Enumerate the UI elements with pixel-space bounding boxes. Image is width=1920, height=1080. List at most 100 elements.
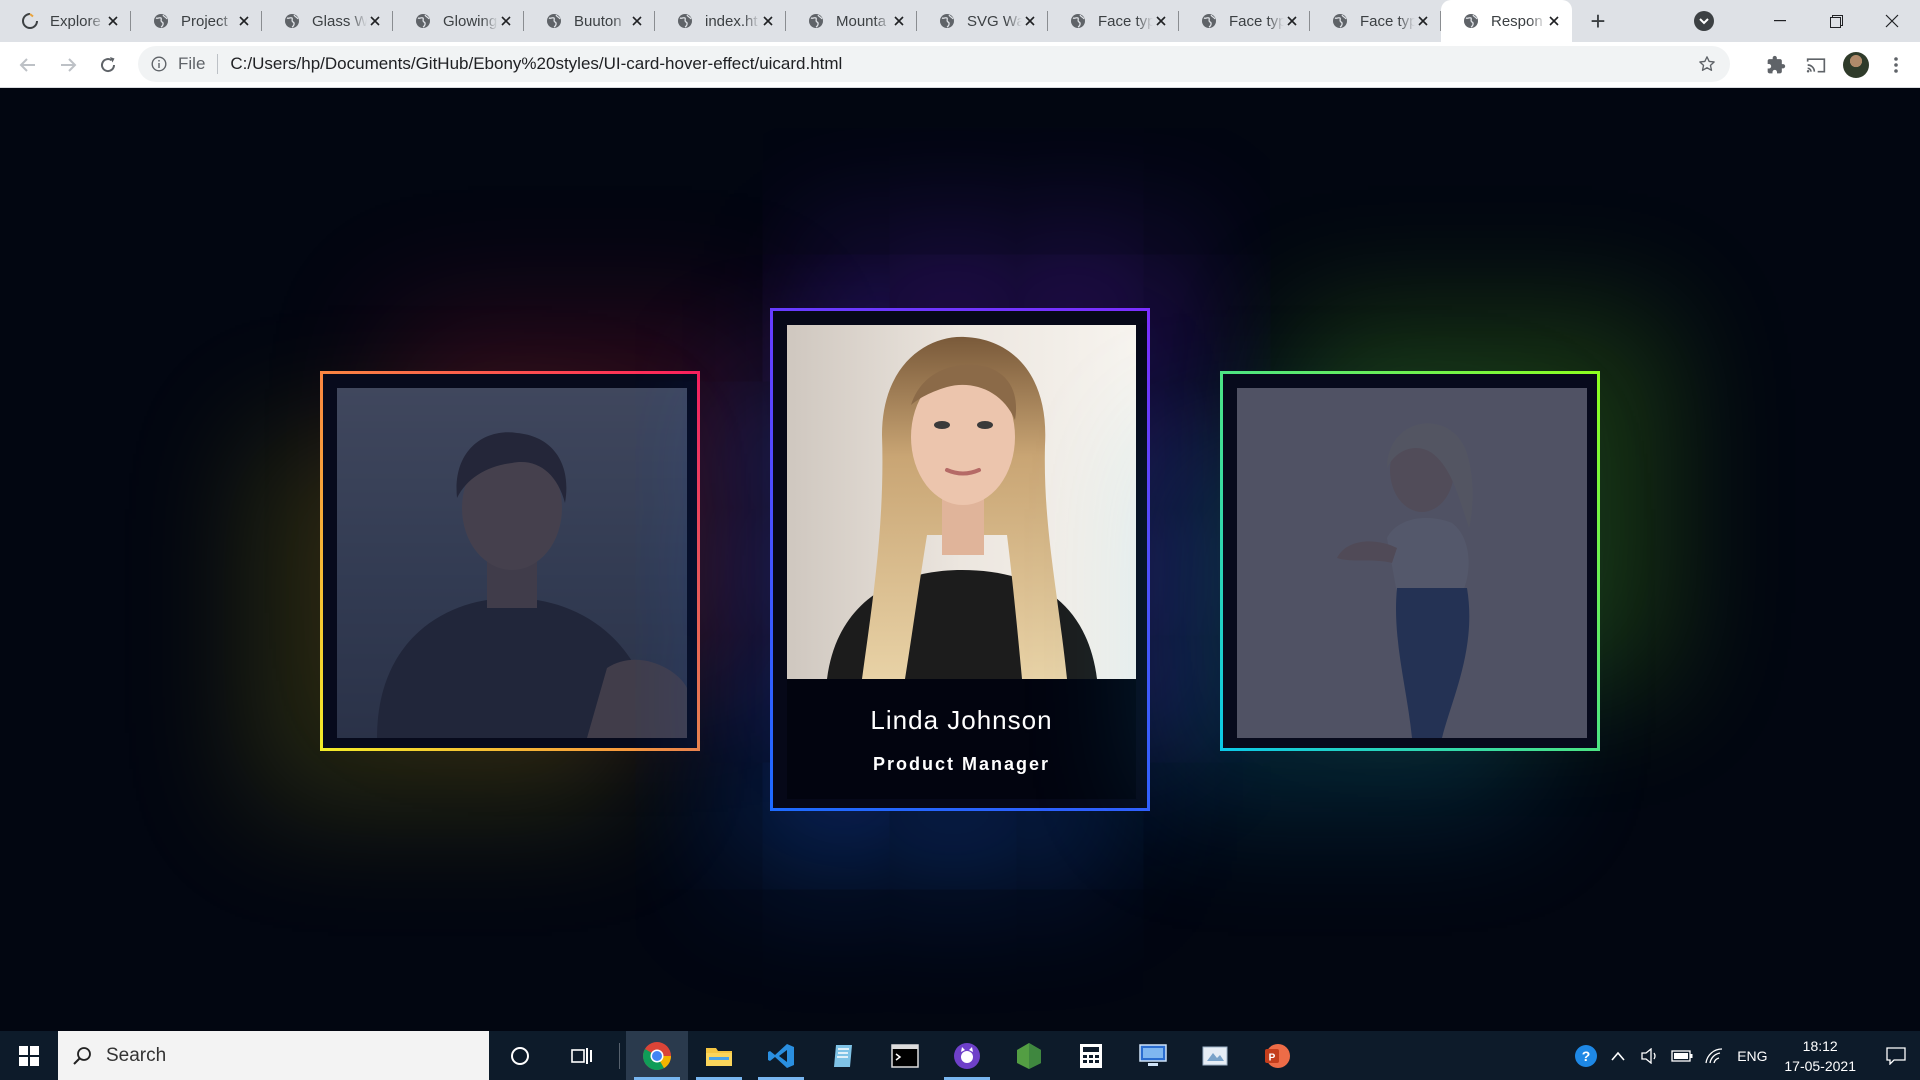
tab-title: Mounta [836,12,887,30]
browser-toolbar: File C:/Users/hp/Documents/GitHub/Ebony%… [0,42,1920,88]
clock-time: 18:12 [1802,1037,1838,1054]
help-icon[interactable]: ? [1572,1044,1600,1068]
cortana-icon[interactable] [489,1031,551,1080]
forward-icon[interactable] [48,45,88,85]
browser-tab[interactable]: Mounta [786,0,917,42]
task-view-icon[interactable] [551,1031,613,1080]
tab-close-icon[interactable] [760,13,776,29]
tab-close-icon[interactable] [1284,13,1300,29]
reload-icon[interactable] [88,45,128,85]
tab-title: Buuton [574,12,622,30]
windows-taskbar: Search P ? ENG 18:12 17-05-2021 [0,1031,1920,1080]
globe-icon [1201,13,1217,29]
svg-text:?: ? [1582,1048,1591,1064]
volume-icon[interactable] [1636,1047,1664,1064]
minimize-icon[interactable] [1752,0,1808,42]
nodejs-icon[interactable] [998,1031,1060,1080]
tab-close-icon[interactable] [1415,13,1431,29]
tab-close-icon[interactable] [236,13,252,29]
svg-text:P: P [1269,1052,1276,1063]
notification-center-icon[interactable] [1872,1031,1920,1080]
tab-title: Face typ [1229,12,1284,30]
notepad-icon[interactable] [812,1031,874,1080]
tab-title: Explore [50,12,101,30]
github-desktop-icon[interactable] [936,1031,998,1080]
browser-tab[interactable]: SVG Wa [917,0,1048,42]
globe-icon [284,13,300,29]
tab-title: Glowing [443,12,498,30]
cast-icon[interactable] [1796,45,1836,85]
tab-title: Glass W [312,12,367,30]
browser-tab[interactable]: Face typ [1048,0,1179,42]
browser-tab[interactable]: Explore [0,0,131,42]
show-hidden-icons-icon[interactable] [1604,1051,1632,1061]
search-icon [73,1046,91,1065]
profile-name: Linda Johnson [870,705,1053,735]
profile-avatar[interactable] [1836,45,1876,85]
browser-tab[interactable]: Face typ [1179,0,1310,42]
profile-role: Product Manager [872,754,1051,774]
browser-tab[interactable]: Buuton [524,0,655,42]
menu-icon[interactable] [1876,45,1916,85]
browser-tab[interactable]: Glass W [262,0,393,42]
tab-close-icon[interactable] [1153,13,1169,29]
tab-close-icon[interactable] [367,13,383,29]
extensions-icon[interactable] [1756,45,1796,85]
tab-close-icon[interactable] [1022,13,1038,29]
browser-tab[interactable]: index.ht [655,0,786,42]
scheme-label: File [178,54,206,73]
tab-close-icon[interactable] [1546,13,1562,29]
chrome-icon[interactable] [626,1031,688,1080]
profile-photo-man [337,388,687,738]
terminal-icon[interactable] [874,1031,936,1080]
url-text[interactable]: C:/Users/hp/Documents/GitHub/Ebony%20sty… [230,54,842,74]
browser-tab[interactable]: Glowing [393,0,524,42]
remote-desktop-icon[interactable] [1122,1031,1184,1080]
windows-start-icon[interactable] [0,1031,58,1080]
browser-tab[interactable]: Project [131,0,262,42]
globe-icon [939,13,955,29]
profile-info: Linda Johnson Product Manager [787,679,1136,799]
paint-icon[interactable] [1184,1031,1246,1080]
globe-icon [153,13,169,29]
clock-date: 17-05-2021 [1784,1057,1856,1074]
powerpoint-icon[interactable]: P [1246,1031,1308,1080]
taskbar-divider [619,1042,620,1069]
profile-card-center[interactable]: Linda Johnson Product Manager [770,308,1150,811]
taskbar-search-box[interactable]: Search [58,1031,489,1080]
restore-icon[interactable] [1808,0,1864,42]
back-icon[interactable] [8,45,48,85]
wifi-icon[interactable] [1700,1047,1728,1064]
profile-card-left[interactable] [320,371,700,751]
tab-title: Project [181,12,228,30]
tab-title: index.ht [705,12,758,30]
profile-card-right[interactable] [1220,371,1600,751]
new-tab-button[interactable]: + [1578,0,1618,42]
battery-icon[interactable] [1668,1049,1696,1062]
browser-tab[interactable]: Respon [1441,0,1572,42]
taskbar-clock[interactable]: 18:12 17-05-2021 [1784,1036,1856,1076]
tab-close-icon[interactable] [629,13,645,29]
globe-icon [808,13,824,29]
globe-icon [677,13,693,29]
calculator-icon[interactable] [1060,1031,1122,1080]
browser-tab[interactable]: Face typ [1310,0,1441,42]
tab-close-icon[interactable] [891,13,907,29]
tab-title: Respon [1491,12,1543,30]
tab-list: Explore Project Glass W Glowing Buuton index.… [0,0,1572,42]
vscode-icon[interactable] [750,1031,812,1080]
bookmark-star-icon[interactable] [1698,55,1716,78]
address-bar[interactable]: File C:/Users/hp/Documents/GitHub/Ebony%… [138,46,1730,82]
close-window-icon[interactable] [1864,0,1920,42]
file-explorer-icon[interactable] [688,1031,750,1080]
language-indicator[interactable]: ENG [1732,1048,1772,1064]
globe-icon [1463,13,1479,29]
tab-close-icon[interactable] [105,13,121,29]
profile-photo-linda [787,325,1136,679]
globe-icon [415,13,431,29]
site-info-icon[interactable] [150,55,168,73]
tab-search-icon[interactable] [1694,11,1714,31]
window-controls [1694,0,1920,42]
globe-icon [1332,13,1348,29]
tab-close-icon[interactable] [498,13,514,29]
